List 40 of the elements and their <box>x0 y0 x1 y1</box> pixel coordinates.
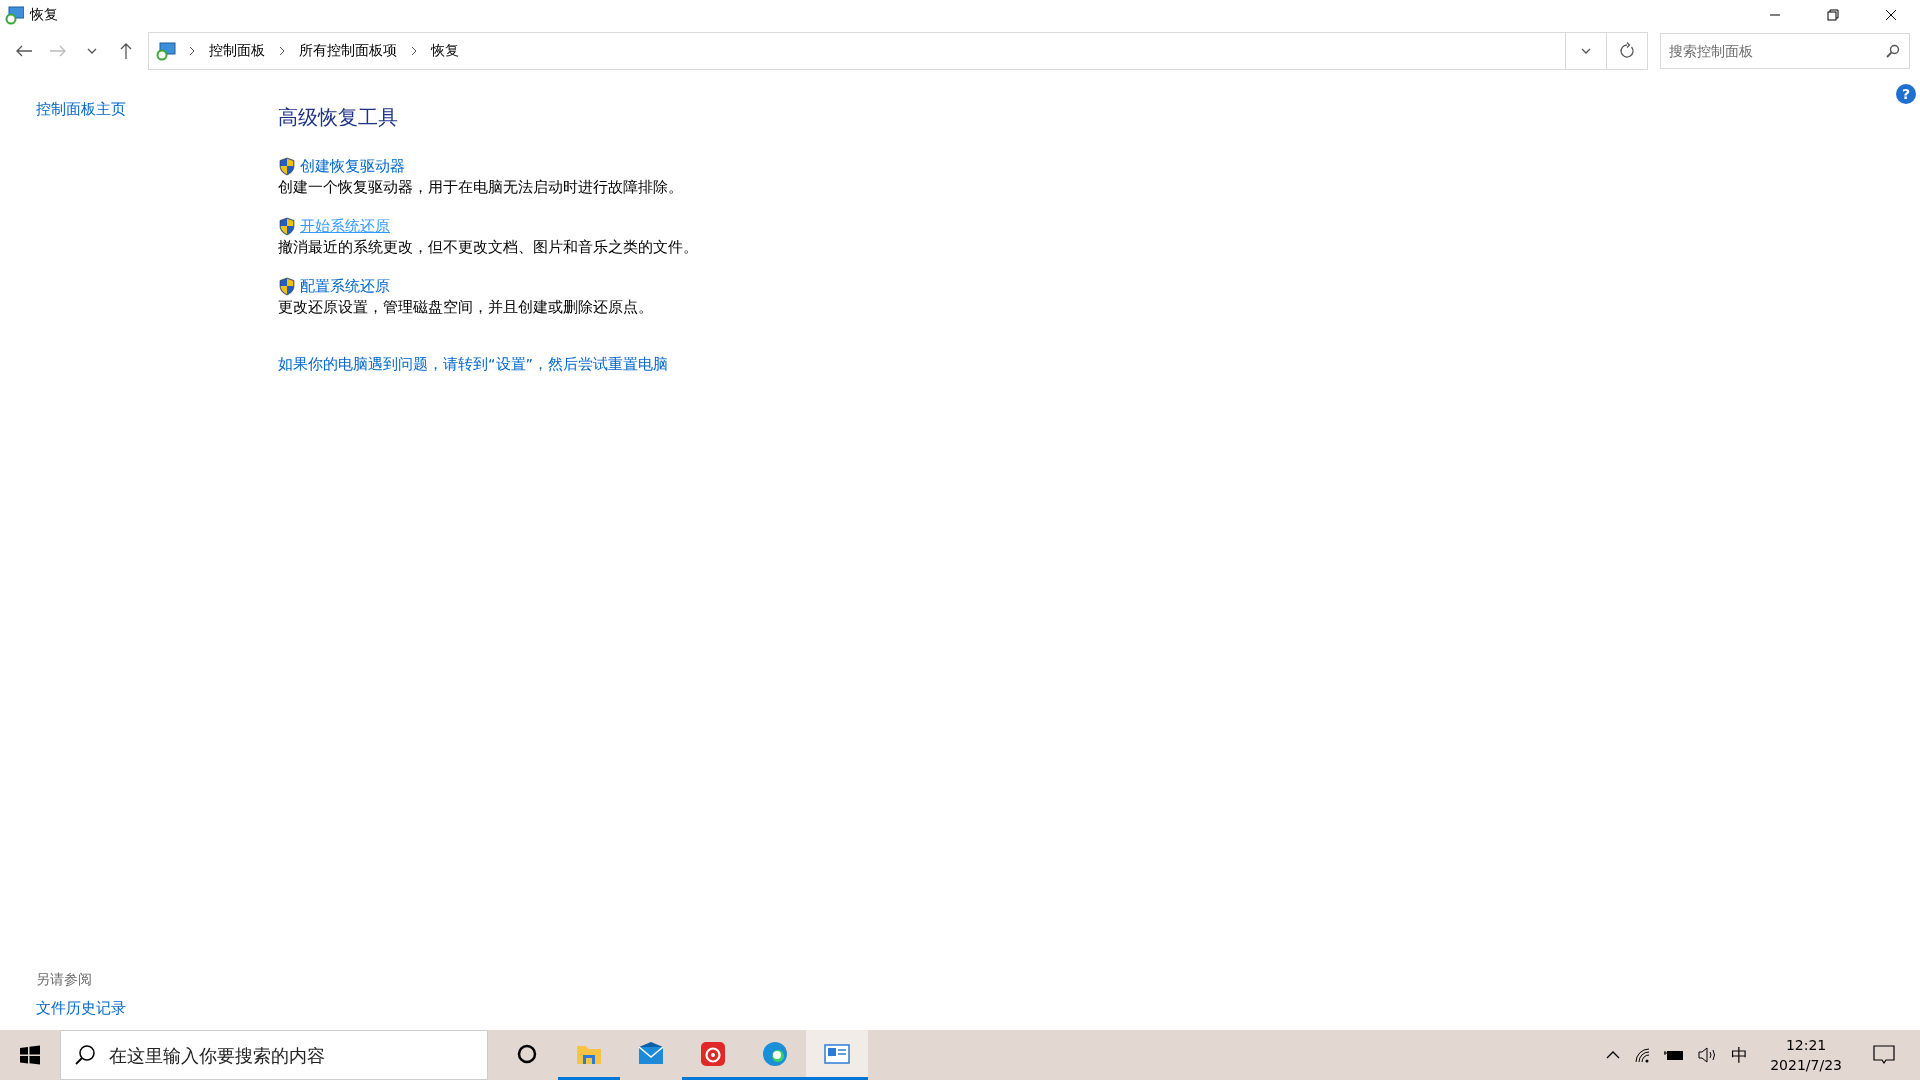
shield-icon <box>278 157 296 176</box>
clock[interactable]: 12:21 2021/7/23 <box>1770 1035 1842 1075</box>
task-description: 撤消最近的系统更改，但不更改文档、图片和音乐之类的文件。 <box>278 238 698 257</box>
chevron-icon <box>277 44 287 58</box>
search-icon <box>74 1044 96 1066</box>
taskbar-search-field[interactable]: 在这里输入你要搜索的内容 <box>60 1030 488 1080</box>
wifi-icon[interactable] <box>1633 1046 1652 1064</box>
task-description: 创建一个恢复驱动器，用于在电脑无法启动时进行故障排除。 <box>278 178 684 197</box>
input-method-indicator[interactable]: 中 <box>1731 1043 1749 1067</box>
battery-icon[interactable] <box>1663 1048 1686 1062</box>
clock-date: 2021/7/23 <box>1770 1056 1842 1075</box>
chevron-icon <box>409 44 419 58</box>
help-button[interactable]: ? <box>1896 84 1916 104</box>
home-link[interactable]: 控制面板主页 <box>36 100 278 119</box>
breadcrumb[interactable]: 控制面板 <box>207 40 267 62</box>
chevron-icon <box>187 44 197 58</box>
task-link[interactable]: 创建恢复驱动器 <box>300 157 405 176</box>
music-app-icon <box>699 1039 727 1068</box>
address-bar[interactable]: 控制面板 所有控制面板项 恢复 <box>148 32 1607 70</box>
see-also-link[interactable]: 文件历史记录 <box>36 999 278 1018</box>
shield-icon <box>278 217 296 236</box>
reset-link[interactable]: 如果你的电脑遇到问题，请转到“设置”，然后尝试重置电脑 <box>278 355 698 374</box>
task-link[interactable]: 开始系统还原 <box>300 217 390 236</box>
shield-icon <box>278 277 296 296</box>
breadcrumb[interactable]: 恢复 <box>429 40 461 62</box>
browser-icon <box>761 1039 789 1068</box>
control-panel-icon <box>155 41 177 61</box>
search-field[interactable]: 搜索控制面板 <box>1660 33 1910 69</box>
breadcrumb[interactable]: 所有控制面板项 <box>297 40 399 62</box>
task-link[interactable]: 配置系统还原 <box>300 277 390 296</box>
window-title: 恢复 <box>30 6 58 24</box>
section-heading: 另请参阅 <box>36 971 93 989</box>
refresh-icon[interactable] <box>1618 42 1636 60</box>
search-icon <box>1886 44 1900 58</box>
page-heading: 高级恢复工具 <box>278 104 399 131</box>
task-description: 更改还原设置，管理磁盘空间，并且创建或删除还原点。 <box>278 298 654 317</box>
recovery-icon <box>4 5 24 25</box>
clock-time: 12:21 <box>1785 1036 1827 1055</box>
notification-icon[interactable] <box>1873 1044 1895 1066</box>
windows-logo-icon[interactable] <box>20 1045 40 1065</box>
